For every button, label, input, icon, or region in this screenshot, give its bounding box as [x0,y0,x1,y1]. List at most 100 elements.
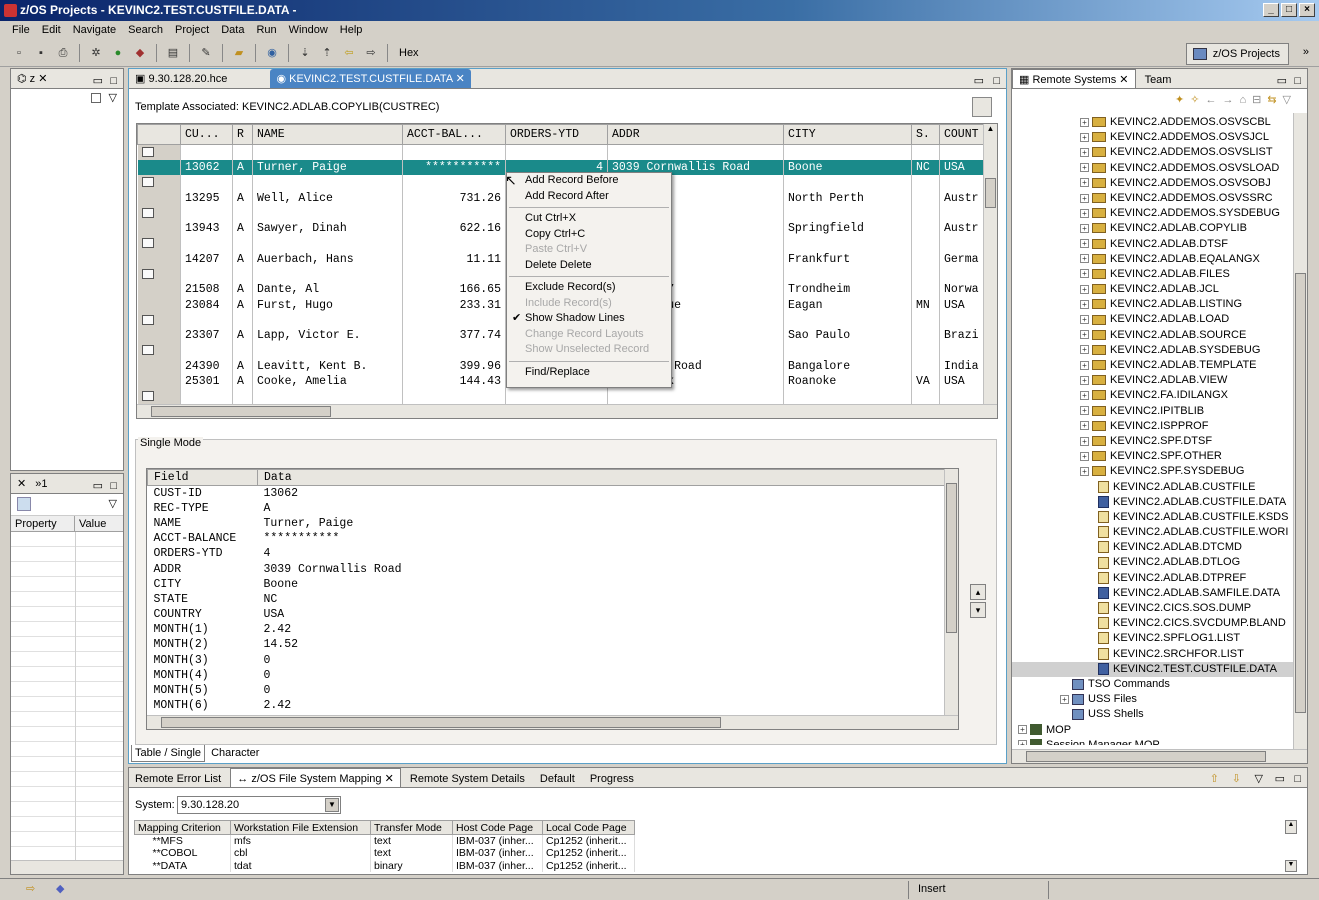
table-vscroll[interactable]: ▲ [983,124,997,406]
tree-node-dataset[interactable]: KEVINC2.TEST.CUSTFILE.DATA [1012,661,1294,677]
properties-hscroll[interactable] [11,860,123,874]
single-value[interactable]: 4 [258,546,945,561]
expand-icon[interactable]: + [1018,725,1027,735]
single-value[interactable]: A [258,501,945,516]
cell-city[interactable]: Sao Paulo [783,328,912,344]
col-field[interactable]: Field [147,469,258,486]
view-maximize-icon[interactable]: □ [1294,769,1301,789]
tree-node-dataset[interactable]: KEVINC2.ADLAB.CUSTFILE [1012,480,1294,495]
cell-city[interactable]: Boone [783,159,912,176]
tree-node-dataset[interactable]: + KEVINC2.ADLAB.SYSDEBUG [1012,343,1294,358]
tree-node-dataset[interactable]: + KEVINC2.ADDEMOS.SYSDEBUG [1012,206,1294,221]
mapping-col-3[interactable]: Host Code Page [452,820,543,835]
debug-icon[interactable]: ✲ [87,45,105,61]
tree-node-dataset[interactable]: KEVINC2.ADLAB.DTLOG [1012,555,1294,570]
tree-node-subsystem[interactable]: + USS Files [1012,692,1294,707]
external-tools-icon[interactable]: ◆ [131,45,149,61]
tree-node-dataset[interactable]: KEVINC2.ADLAB.SAMFILE.DATA [1012,586,1294,601]
tree-node-dataset[interactable]: + KEVINC2.ADLAB.LOAD [1012,312,1294,327]
mapping-row[interactable]: **COBOL cbl text IBM-037 (inher... Cp1252 (i… [134,847,635,860]
view-minimize-icon[interactable]: ▭ [93,71,103,91]
cell-acct-balance[interactable]: 377.74 [402,328,506,344]
col-data[interactable]: Data [257,469,945,486]
expand-icon[interactable]: + [1060,694,1069,704]
cell-rec-type[interactable]: A [232,159,253,176]
cell-rec-type[interactable]: A [232,220,253,237]
cell-cust-id[interactable]: 23307 [180,328,233,344]
single-value[interactable]: Turner, Paige [258,516,945,531]
forward-icon[interactable]: ⇨ [362,45,380,61]
chevron-down-icon[interactable]: ▼ [325,798,339,812]
expand-icon[interactable]: + [1080,375,1089,385]
expand-icon[interactable]: + [1080,451,1089,461]
expand-icon[interactable]: + [1018,740,1027,745]
tree-node-dataset[interactable]: + KEVINC2.ADLAB.TEMPLATE [1012,358,1294,373]
single-field-row[interactable]: NAME Turner, Paige [148,516,945,531]
properties-tab[interactable]: ✕ [11,474,32,493]
tree-node-dataset[interactable]: KEVINC2.ADLAB.CUSTFILE.DATA [1012,495,1294,510]
single-value[interactable]: Boone [258,577,945,592]
context-menu-item[interactable]: Delete Delete [507,258,671,274]
single-value[interactable]: 0 [258,653,945,668]
tree-node-dataset[interactable]: + KEVINC2.SPF.SYSDEBUG [1012,464,1294,479]
tree-node-dataset[interactable]: + KEVINC2.ADLAB.SOURCE [1012,328,1294,343]
cell-country[interactable]: USA [939,373,986,390]
col-acct-balance[interactable]: ACCT-BAL... [402,124,506,145]
context-menu-item[interactable]: ✔ Show Shadow Lines [507,311,671,327]
cell-city[interactable]: Springfield [783,220,912,237]
move-up-icon[interactable]: ⇧ [1210,769,1219,789]
menu-run[interactable]: Run [250,21,282,39]
menu-navigate[interactable]: Navigate [67,21,122,39]
single-field-row[interactable]: ADDR 3039 Cornwallis Road [148,561,945,576]
home-icon[interactable]: ⌂ [1239,94,1252,106]
tree-node-mop[interactable]: + MOP [1012,723,1294,738]
tab-default[interactable]: Default [534,769,581,787]
single-field-row[interactable]: MONTH(1) 2.42 [148,622,945,637]
tree-node-dataset[interactable]: KEVINC2.SPFLOG1.LIST [1012,631,1294,646]
cell-country[interactable]: India [939,358,986,374]
cell-country[interactable]: USA [939,159,986,176]
tree-node-dataset[interactable]: KEVINC2.ADLAB.DTPREF [1012,571,1294,586]
tab-custfile-data[interactable]: ◉ KEVINC2.TEST.CUSTFILE.DATA ✕ [270,69,471,88]
row-header[interactable] [137,236,181,252]
expand-icon[interactable]: + [1080,284,1089,294]
template-icon[interactable] [972,97,992,117]
cell-acct-balance[interactable]: 233.31 [402,297,506,313]
single-value[interactable]: 2.42 [258,622,945,637]
cell-state[interactable]: VA [911,373,940,390]
cell-acct-balance[interactable]: 622.16 [402,220,506,237]
cell-country[interactable]: Norwa [939,282,986,298]
single-field-row[interactable]: ORDERS-YTD 4 [148,546,945,561]
col-rec-type[interactable]: R [232,124,253,145]
collapse-all-icon[interactable]: ⊟ [1252,94,1267,106]
cell-name[interactable]: Leavitt, Kent B. [252,358,403,374]
tree-node-dataset[interactable]: KEVINC2.CICS.SVCDUMP.BLAND [1012,616,1294,631]
cell-state[interactable]: NC [911,159,940,176]
single-value[interactable]: 14.52 [258,637,945,652]
tree-node-dataset[interactable]: + KEVINC2.ADLAB.VIEW [1012,373,1294,388]
close-icon[interactable]: × [1299,3,1315,17]
property-column[interactable]: Property [11,516,75,531]
col-country[interactable]: COUNT [939,124,986,145]
cell-acct-balance[interactable]: 166.65 [402,282,506,298]
expand-icon[interactable]: + [1080,466,1089,476]
context-menu-item[interactable]: Add Record Before [507,173,671,189]
expand-icon[interactable]: + [1080,239,1089,249]
tree-node-dataset[interactable]: + KEVINC2.FA.IDILANGX [1012,388,1294,403]
menu-help[interactable]: Help [334,21,369,39]
context-menu-item[interactable]: Exclude Record(s) [507,280,671,296]
back-icon[interactable]: ← [1205,94,1222,106]
tree-node-dataset[interactable]: KEVINC2.CICS.SOS.DUMP [1012,601,1294,616]
cell-rec-type[interactable]: A [232,251,253,267]
single-value[interactable]: *********** [258,531,945,546]
row-header[interactable] [137,328,181,344]
expand-icon[interactable]: + [1080,223,1089,233]
expand-icon[interactable]: + [1080,132,1089,142]
tab-remote-systems[interactable]: ▦ Remote Systems ✕ [1012,69,1136,88]
cell-acct-balance[interactable]: 731.26 [402,190,506,206]
move-down-icon[interactable]: ⇩ [1232,769,1241,789]
single-field-row[interactable]: MONTH(5) 0 [148,683,945,698]
cell-name[interactable]: Lapp, Victor E. [252,328,403,344]
tree-node-dataset[interactable]: + KEVINC2.ADDEMOS.OSVSJCL [1012,130,1294,145]
expand-icon[interactable]: + [1080,147,1089,157]
